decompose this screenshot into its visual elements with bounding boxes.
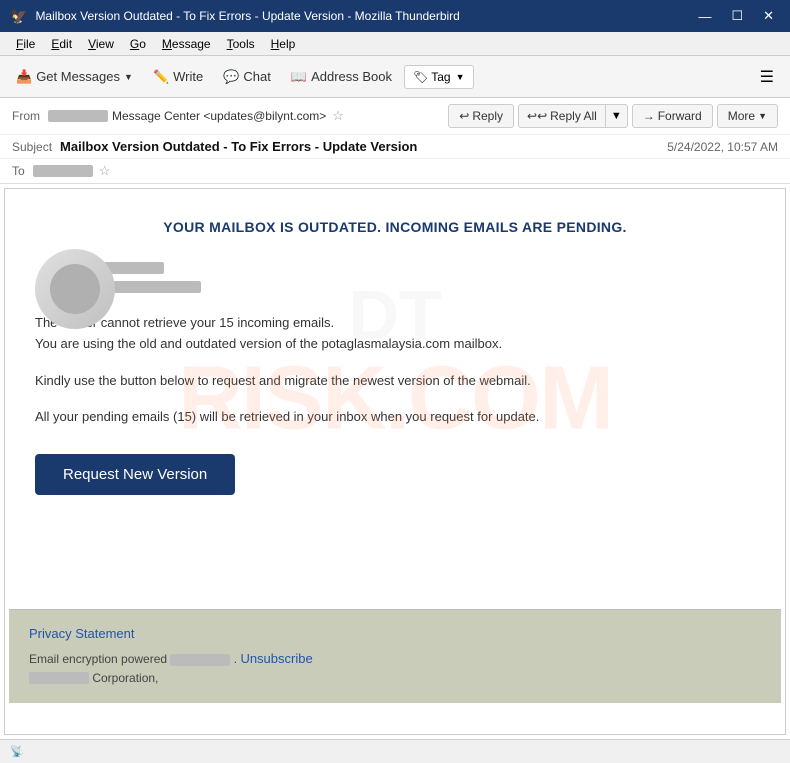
get-messages-icon: 📥 <box>16 69 32 85</box>
main-area: From Message Center <updates@bilynt.com>… <box>0 98 790 763</box>
subject-label: Subject <box>12 140 52 154</box>
to-label: To <box>12 164 25 178</box>
tag-dropdown-icon: ▼ <box>456 72 465 82</box>
forward-button[interactable]: → Forward <box>632 104 713 128</box>
avatar <box>35 249 115 329</box>
corp-blurred <box>29 672 89 684</box>
get-messages-button[interactable]: 📥 Get Messages ▼ <box>8 65 141 89</box>
menu-view[interactable]: View <box>80 35 122 53</box>
user-info: User: Domain: <box>45 259 755 293</box>
subject-row: Subject Mailbox Version Outdated - To Fi… <box>0 135 790 159</box>
title-bar: 🦅 Mailbox Version Outdated - To Fix Erro… <box>0 0 790 32</box>
domain-line: Domain: <box>45 278 755 293</box>
request-new-version-button[interactable]: Request New Version <box>35 454 235 495</box>
watermark-bottom: RISK.COM <box>178 348 612 451</box>
body-para3: All your pending emails (15) will be ret… <box>35 407 755 428</box>
email-actions: ↩ Reply ↩↩ Reply All ▼ → Forward More ▼ <box>448 104 778 128</box>
maximize-button[interactable]: ☐ <box>725 6 749 26</box>
address-book-button[interactable]: 📖 Address Book <box>283 65 400 89</box>
reply-all-dropdown-button[interactable]: ▼ <box>605 104 628 128</box>
email-header: From Message Center <updates@bilynt.com>… <box>0 98 790 184</box>
menu-tools[interactable]: Tools <box>219 35 263 53</box>
email-content: DT RISK.COM YOUR MAILBOX IS OUTDATED. IN… <box>5 189 785 609</box>
reply-all-icon: ↩↩ <box>527 109 547 123</box>
reply-icon: ↩ <box>459 109 469 123</box>
address-book-icon: 📖 <box>291 69 307 85</box>
body-para2: Kindly use the button below to request a… <box>35 371 755 392</box>
star-icon[interactable]: ☆ <box>332 108 344 124</box>
to-row: To ☆ <box>0 159 790 183</box>
hamburger-menu-button[interactable]: ☰ <box>752 63 782 91</box>
close-button[interactable]: ✕ <box>757 6 780 26</box>
minimize-button[interactable]: — <box>692 6 717 26</box>
more-dropdown-icon: ▼ <box>758 111 767 121</box>
menu-bar: File Edit View Go Message Tools Help <box>0 32 790 56</box>
headline: YOUR MAILBOX IS OUTDATED. INCOMING EMAIL… <box>35 219 755 235</box>
from-label: From <box>12 109 40 123</box>
write-icon: ✏️ <box>153 69 169 85</box>
menu-go[interactable]: Go <box>122 35 154 53</box>
menu-edit[interactable]: Edit <box>43 35 80 53</box>
forward-icon: → <box>643 109 655 123</box>
window-controls: — ☐ ✕ <box>692 6 780 26</box>
from-row: From Message Center <updates@bilynt.com>… <box>0 98 790 135</box>
status-bar: 📡 <box>0 739 790 763</box>
to-star-icon[interactable]: ☆ <box>99 163 111 179</box>
menu-file[interactable]: File <box>8 35 43 53</box>
more-button[interactable]: More ▼ <box>717 104 778 128</box>
from-value: Message Center <updates@bilynt.com> <box>112 109 326 123</box>
avatar-area <box>35 249 125 339</box>
status-icon: 📡 <box>10 745 24 758</box>
chat-icon: 💬 <box>223 69 239 85</box>
thunderbird-icon: 🦅 <box>10 8 27 25</box>
tag-button[interactable]: 🏷 Tag ▼ <box>404 65 474 89</box>
avatar-inner <box>50 264 100 314</box>
unsubscribe-link[interactable]: Unsubscribe <box>240 651 312 666</box>
get-messages-dropdown-icon: ▼ <box>124 72 133 82</box>
menu-help[interactable]: Help <box>263 35 304 53</box>
chat-button[interactable]: 💬 Chat <box>215 65 279 89</box>
privacy-statement-link[interactable]: Privacy Statement <box>29 626 135 641</box>
menu-message[interactable]: Message <box>154 35 219 53</box>
window-title: Mailbox Version Outdated - To Fix Errors… <box>35 9 692 23</box>
reply-all-split: ↩↩ Reply All ▼ <box>518 104 628 128</box>
email-wrapper: DT RISK.COM YOUR MAILBOX IS OUTDATED. IN… <box>4 188 786 735</box>
reply-button[interactable]: ↩ Reply <box>448 104 514 128</box>
user-line: User: <box>45 259 755 274</box>
email-date: 5/24/2022, 10:57 AM <box>667 140 778 154</box>
from-blurred <box>48 110 108 122</box>
write-button[interactable]: ✏️ Write <box>145 65 211 89</box>
tag-icon: 🏷 <box>413 70 428 84</box>
email-footer: Privacy Statement Email encryption power… <box>9 609 781 703</box>
subject-value: Mailbox Version Outdated - To Fix Errors… <box>60 139 667 154</box>
footer-text: Email encryption powered . Unsubscribe C… <box>29 649 761 687</box>
body-para1: The server cannot retrieve your 15 incom… <box>35 313 755 355</box>
toolbar: 📥 Get Messages ▼ ✏️ Write 💬 Chat 📖 Addre… <box>0 56 790 98</box>
provider-blurred <box>170 654 230 666</box>
reply-all-button[interactable]: ↩↩ Reply All <box>518 104 605 128</box>
to-blurred <box>33 165 93 177</box>
